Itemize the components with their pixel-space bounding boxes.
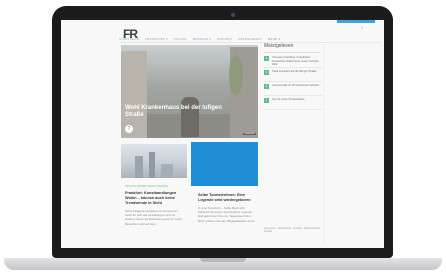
most-read-text[interactable]: Aus für einen Krankenhaus <box>272 98 304 101</box>
most-read-item[interactable]: 1 Corona in Frankfurt / Frankfurter Rund… <box>264 54 322 68</box>
article-left[interactable]: FRANKFURTER NEUE PRESSE Frankfurt: Kunst… <box>125 184 182 226</box>
article-left-body: Seine Kategorie Vergaben ein Kunstverein… <box>125 209 182 226</box>
browser-screen: FR ⌕ STARTSEITE FRANKFURT ▾ POLITIK MEIN… <box>61 20 384 248</box>
sidebar-title: Meistgelesen <box>264 43 294 49</box>
skyline-block <box>161 164 173 178</box>
article-left-kicker: FRANKFURTER NEUE PRESSE <box>125 185 169 188</box>
most-read-text[interactable]: Stadt Frankfurt auf der Berger Straße <box>272 70 317 73</box>
search-icon[interactable]: ⌕ <box>361 25 364 31</box>
hero-article[interactable]: Wohl Krankenhaus bei der lufigen Straße … <box>121 45 258 138</box>
nav-divider <box>119 42 381 43</box>
nav-item-startseite[interactable]: STARTSEITE <box>119 37 139 41</box>
hero-photo-credit: Fotocredit <box>243 133 256 135</box>
skyline-tower <box>149 152 155 178</box>
nav-item-meinung[interactable]: MEINUNG ▾ <box>193 37 211 41</box>
laptop-notch <box>200 258 246 262</box>
most-read-text[interactable]: Corona in Frankfurt / Frankfurter Rundsc… <box>272 56 319 66</box>
sidebar-edge <box>323 44 324 244</box>
advertisement-block[interactable] <box>191 142 258 186</box>
article-right-headline[interactable]: Selbe Touristenform: Eine Legende wird w… <box>198 193 256 203</box>
sidebar-divider <box>264 52 320 53</box>
most-read-number: 3 <box>264 84 269 89</box>
nav-item-frankfurt[interactable]: FRANKFURT ▾ <box>145 37 168 41</box>
most-read-number: 4 <box>264 98 269 103</box>
hero-badge-icon: ? <box>125 125 133 133</box>
most-read-item[interactable]: 2 Stadt Frankfurt auf der Berger Straße <box>264 68 322 82</box>
nav-item-zukunft[interactable]: ZUKUNFT <box>217 37 232 41</box>
most-read-number: 1 <box>264 56 269 61</box>
top-ad-bar[interactable] <box>337 20 375 23</box>
article-right-body: In einer Kunstform – Selbe Mach sich Zah… <box>198 206 256 223</box>
nav-item-mehr[interactable]: MEHR ▾ <box>268 37 280 41</box>
skyline-building <box>135 156 143 178</box>
hero-headline[interactable]: Wohl Krankenhaus bei der lufigen Straße <box>125 105 235 119</box>
nav-item-datengrafik[interactable]: DATENGRAFIK <box>238 37 261 41</box>
most-read-text[interactable]: Corona Fälle an 22 Frankfurter Schulen <box>272 84 319 87</box>
sidebar-footer: Impressum · Datenschutz · Cookies · Barr… <box>264 227 322 234</box>
article-left-image[interactable] <box>121 144 187 178</box>
most-read-item[interactable]: 4 Aus für einen Krankenhaus <box>264 96 322 110</box>
article-right[interactable]: Selbe Touristenform: Eine Legende wird w… <box>198 191 256 223</box>
main-nav: STARTSEITE FRANKFURT ▾ POLITIK MEINUNG ▾… <box>119 35 324 42</box>
most-read-item[interactable]: 3 Corona Fälle an 22 Frankfurter Schulen <box>264 82 322 96</box>
camera-icon <box>231 13 235 17</box>
hero-image-building-left <box>121 51 147 138</box>
article-left-headline[interactable]: Frankfurt: Kunsthandlungen Wohin – könne… <box>125 191 182 206</box>
hero-image-tree <box>229 55 243 95</box>
most-read-number: 2 <box>264 70 269 75</box>
most-read-list: 1 Corona in Frankfurt / Frankfurter Rund… <box>264 54 322 110</box>
nav-item-politik[interactable]: POLITIK <box>174 37 187 41</box>
